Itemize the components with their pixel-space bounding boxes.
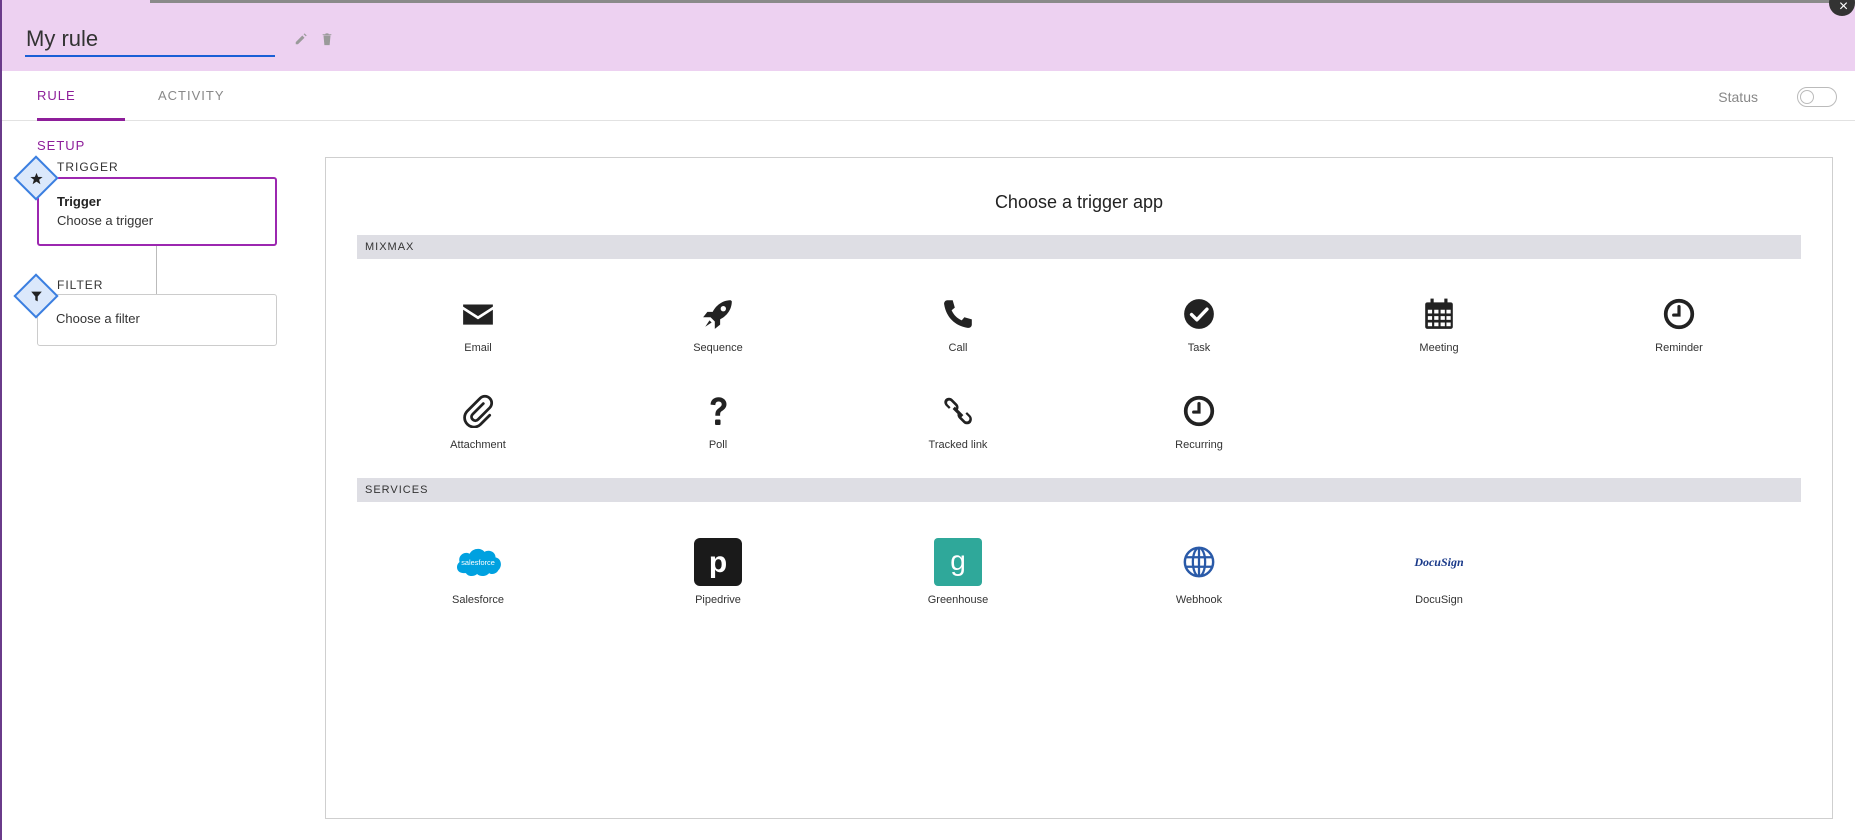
- salesforce-logo-text: salesforce: [461, 558, 495, 567]
- docusign-logo-text: DocuSign: [1413, 555, 1464, 569]
- app-label: Sequence: [693, 342, 743, 354]
- app-email[interactable]: Email: [398, 296, 558, 376]
- app-label: Email: [464, 342, 492, 354]
- app-recurring[interactable]: Recurring: [1119, 393, 1279, 473]
- app-label: Meeting: [1419, 342, 1459, 354]
- app-label: Recurring: [1175, 439, 1223, 451]
- app-label: Attachment: [450, 439, 506, 451]
- phone-icon: [940, 296, 976, 332]
- docusign-logo-icon: DocuSign: [1399, 538, 1479, 586]
- trigger-card-title: Trigger: [57, 194, 102, 209]
- trigger-app-panel: Choose a trigger app MIXMAX Email Sequen…: [325, 157, 1833, 819]
- app-poll[interactable]: Poll: [638, 393, 798, 473]
- trigger-step-label: TRIGGER: [57, 160, 119, 174]
- pencil-icon[interactable]: [294, 32, 308, 46]
- app-label: Tracked link: [928, 439, 988, 451]
- salesforce-logo-icon: salesforce: [454, 538, 502, 586]
- filter-card-subtitle: Choose a filter: [56, 311, 140, 326]
- service-label: Salesforce: [452, 594, 504, 606]
- services-section-header: SERVICES: [357, 478, 1801, 502]
- envelope-icon: [460, 296, 496, 332]
- app-sequence[interactable]: Sequence: [638, 296, 798, 376]
- status-label: Status: [1718, 89, 1758, 105]
- rule-header: [0, 0, 1855, 71]
- panel-title: Choose a trigger app: [994, 192, 1164, 212]
- service-label: DocuSign: [1415, 594, 1463, 606]
- tab-rule-setup[interactable]: RULE SETUP: [37, 71, 125, 153]
- app-call[interactable]: Call: [878, 296, 1038, 376]
- service-docusign[interactable]: DocuSign DocuSign: [1359, 538, 1519, 618]
- service-webhook[interactable]: Webhook: [1119, 538, 1279, 618]
- app-label: Task: [1187, 342, 1211, 354]
- service-label: Greenhouse: [927, 594, 989, 606]
- app-label: Call: [948, 342, 968, 354]
- app-attachment[interactable]: Attachment: [398, 393, 558, 473]
- rocket-icon: [700, 296, 736, 332]
- link-icon: [940, 393, 976, 429]
- rule-name-input[interactable]: [25, 22, 275, 57]
- filter-step-card[interactable]: Choose a filter: [37, 294, 277, 346]
- question-icon: [700, 393, 736, 429]
- rule-steps-sidebar: TRIGGER Trigger Choose a trigger FILTER …: [0, 121, 320, 840]
- greenhouse-logo-text: g: [950, 545, 966, 576]
- pipedrive-logo-icon: p: [694, 538, 742, 586]
- mixmax-section-header: MIXMAX: [357, 235, 1801, 259]
- service-greenhouse[interactable]: g Greenhouse: [878, 538, 1038, 618]
- tab-activity[interactable]: ACTIVITY: [158, 71, 225, 121]
- app-task[interactable]: Task: [1119, 296, 1279, 376]
- calendar-icon: [1421, 296, 1457, 332]
- app-meeting[interactable]: Meeting: [1359, 296, 1519, 376]
- service-pipedrive[interactable]: p Pipedrive: [638, 538, 798, 618]
- paperclip-icon: [460, 393, 496, 429]
- filter-step-label: FILTER: [57, 278, 104, 292]
- app-label: Reminder: [1655, 342, 1703, 354]
- trigger-step-card[interactable]: Trigger Choose a trigger: [37, 177, 277, 246]
- filter-icon: [24, 284, 48, 308]
- toggle-knob: [1800, 90, 1814, 104]
- pipedrive-logo-text: p: [709, 546, 727, 579]
- check-circle-icon: [1181, 296, 1217, 332]
- trash-icon[interactable]: [320, 32, 334, 46]
- star-icon: [24, 166, 48, 190]
- trigger-card-subtitle: Choose a trigger: [57, 213, 154, 228]
- greenhouse-logo-icon: g: [934, 538, 982, 586]
- service-label: Pipedrive: [695, 594, 741, 606]
- app-tracked-link[interactable]: Tracked link: [878, 393, 1038, 473]
- app-label: Poll: [708, 439, 728, 451]
- status-toggle[interactable]: [1797, 87, 1837, 107]
- top-divider: [150, 0, 1855, 3]
- step-connector: [156, 246, 157, 294]
- clock-icon: [1181, 393, 1217, 429]
- globe-icon: [1175, 538, 1223, 586]
- window-edge: [0, 0, 2, 840]
- tabs-bar: RULE SETUP ACTIVITY Status: [0, 71, 1855, 153]
- clock-icon: [1661, 296, 1697, 332]
- service-label: Webhook: [1175, 594, 1223, 606]
- service-salesforce[interactable]: salesforce Salesforce: [398, 538, 558, 618]
- app-reminder[interactable]: Reminder: [1599, 296, 1759, 376]
